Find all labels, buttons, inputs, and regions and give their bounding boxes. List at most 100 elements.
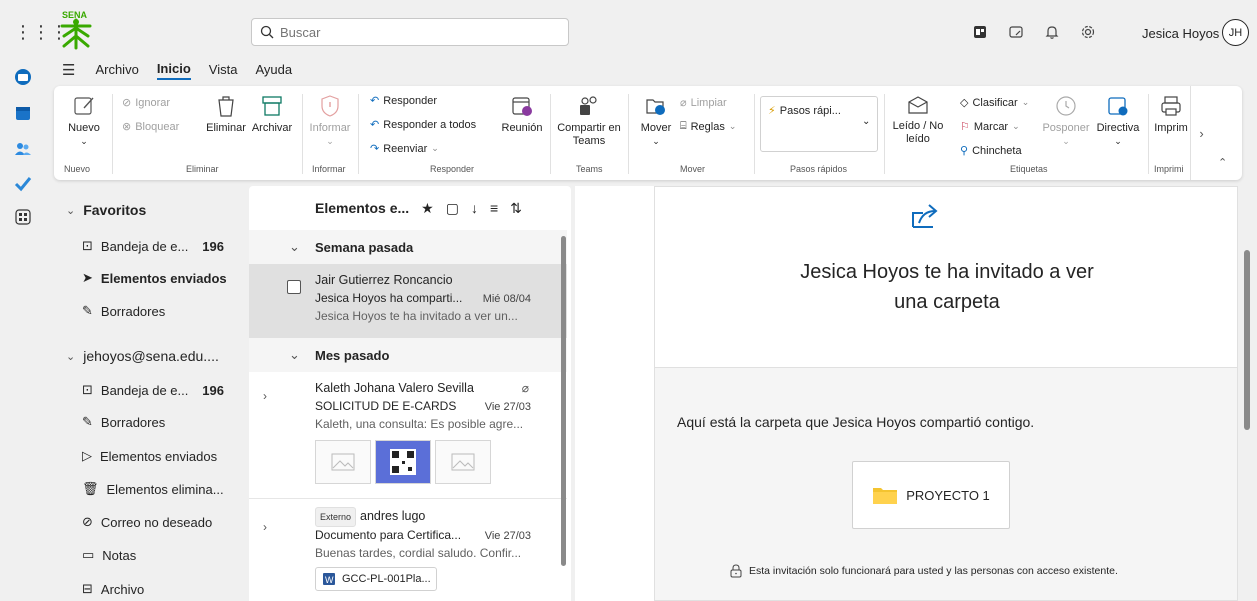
- group-label: Mes pasado: [315, 347, 390, 363]
- attachment-thumbnail[interactable]: [435, 440, 491, 484]
- sweep-button[interactable]: ⌀ Limpiar: [680, 96, 727, 110]
- categorize-button[interactable]: ◇ Clasificar ⌄: [960, 96, 1030, 110]
- chevron-down-icon[interactable]: ⌄: [1114, 135, 1122, 148]
- chevron-right-icon[interactable]: ›: [263, 519, 267, 535]
- filter-icon[interactable]: ≡: [490, 200, 498, 216]
- reply-icon: ↶: [370, 95, 380, 107]
- ignore-label: Ignorar: [135, 96, 171, 109]
- sweep-label: Limpiar: [690, 96, 727, 109]
- pin-button[interactable]: ⚲ Chincheta: [960, 144, 1022, 158]
- chevron-right-icon[interactable]: ›: [263, 388, 267, 404]
- delete-button[interactable]: Eliminar: [202, 94, 250, 135]
- chevron-down-icon[interactable]: ⌄: [326, 135, 334, 148]
- meeting-button[interactable]: Reunión: [498, 94, 546, 135]
- folder-archive[interactable]: ⊟ Archivo: [82, 578, 242, 600]
- reply-button[interactable]: ↶ Responder: [370, 94, 437, 108]
- folder-drafts-fav[interactable]: ✎ Borradores: [82, 300, 242, 322]
- folder-inbox-fav[interactable]: ⊡ Bandeja de e... 196: [82, 235, 242, 257]
- chevron-down-icon[interactable]: ⌄: [1062, 135, 1070, 148]
- tab-ayuda[interactable]: Ayuda: [255, 62, 292, 79]
- attachment-thumbnail[interactable]: [315, 440, 371, 484]
- forward-button[interactable]: ↷ Reenviar ⌄: [370, 142, 439, 156]
- chevron-down-icon[interactable]: ⌄: [729, 121, 737, 132]
- delete-label: Eliminar: [206, 122, 246, 134]
- attachment-chip[interactable]: W GCC-PL-001Pla...: [315, 567, 437, 591]
- star-icon[interactable]: ★: [421, 200, 434, 217]
- message-sender: Jair Gutierrez Roncancio: [315, 273, 453, 287]
- chevron-down-icon[interactable]: ⌄: [80, 135, 88, 148]
- message-item-2[interactable]: › Kaleth Johana Valero Sevilla ⌀ SOLICIT…: [249, 372, 567, 498]
- folder-drafts[interactable]: ✎ Borradores: [82, 411, 242, 433]
- whiteboard-icon[interactable]: [962, 18, 998, 46]
- printer-icon: [1161, 96, 1181, 116]
- policy-button[interactable]: Directiva ⌄: [1092, 94, 1144, 148]
- mail-app-icon[interactable]: [12, 66, 34, 88]
- message-item-1[interactable]: Jair Gutierrez Roncancio Jesica Hoyos ha…: [249, 264, 567, 338]
- folder-notes[interactable]: ▭ Notas: [82, 544, 242, 566]
- account-header[interactable]: ⌄ jehoyos@sena.edu....: [66, 348, 219, 364]
- quick-step-item[interactable]: ⚡ Pasos rápi...: [768, 104, 841, 118]
- report-button[interactable]: Informar ⌄: [308, 94, 352, 148]
- folder-deleted[interactable]: 🗑 Elementos elimina...: [82, 478, 242, 500]
- ignore-button[interactable]: ⊘ Ignorar: [122, 96, 171, 110]
- tab-inicio[interactable]: Inicio: [156, 61, 191, 80]
- ribbon-scroll-right[interactable]: ›: [1190, 86, 1212, 180]
- folder-sent[interactable]: ▷ Elementos enviados: [82, 445, 242, 467]
- gear-icon[interactable]: [1070, 18, 1106, 46]
- chevron-down-icon[interactable]: ⌄: [431, 143, 439, 154]
- shared-folder-button[interactable]: PROYECTO 1: [852, 461, 1010, 529]
- user-name[interactable]: Jesica Hoyos: [1142, 26, 1219, 41]
- people-app-icon[interactable]: [12, 138, 34, 160]
- print-button[interactable]: Imprim: [1150, 94, 1192, 135]
- folder-inbox[interactable]: ⊡ Bandeja de e... 196: [82, 379, 242, 401]
- avatar[interactable]: JH: [1222, 19, 1249, 46]
- group-header-last-week[interactable]: ⌄ Semana pasada: [249, 230, 567, 264]
- ribbon: Nuevo ⌄ Nuevo ⊘ Ignorar ⊗ Bloquear Elimina…: [54, 86, 1242, 180]
- sena-logo[interactable]: SENA: [56, 8, 96, 52]
- favorites-header[interactable]: ⌄ Favoritos: [66, 202, 146, 218]
- flag-button[interactable]: ⚐ Marcar ⌄: [960, 120, 1020, 134]
- group-header-last-month[interactable]: ⌄ Mes pasado: [249, 338, 567, 372]
- calendar-app-icon[interactable]: [12, 102, 34, 124]
- more-apps-icon[interactable]: [12, 206, 34, 228]
- flag-label: Marcar: [973, 120, 1009, 133]
- read-unread-button[interactable]: Leído / No leído: [890, 94, 946, 146]
- app-launcher-icon[interactable]: ⋮⋮⋮: [14, 22, 68, 42]
- bell-icon[interactable]: [1034, 18, 1070, 46]
- share-teams-button[interactable]: Compartir en Teams: [552, 94, 626, 148]
- quick-steps-expand[interactable]: ⌄: [862, 116, 870, 127]
- select-icon[interactable]: ▢: [446, 200, 459, 217]
- collapse-ribbon-button[interactable]: ⌃: [1218, 156, 1227, 169]
- folder-sent-fav[interactable]: ➤ Elementos enviados: [82, 267, 242, 289]
- rules-button[interactable]: ⌸ Reglas ⌄: [680, 120, 736, 133]
- invite-note: Esta invitación solo funcionará para ust…: [729, 564, 1118, 578]
- reply-all-button[interactable]: ↶ Responder a todos: [370, 118, 476, 132]
- tab-archivo[interactable]: Archivo: [95, 62, 138, 79]
- new-mail-button[interactable]: Nuevo ⌄: [62, 94, 106, 148]
- folder-junk[interactable]: ⊘ Correo no deseado: [82, 511, 242, 533]
- tab-vista[interactable]: Vista: [209, 62, 238, 79]
- search-input[interactable]: [280, 24, 550, 40]
- sort-icon[interactable]: ⇅: [510, 200, 522, 217]
- chevron-down-icon[interactable]: ⌄: [1012, 121, 1020, 132]
- todo-app-icon[interactable]: [12, 172, 34, 194]
- chevron-down-icon[interactable]: ⌄: [1022, 97, 1030, 108]
- snooze-button[interactable]: Posponer ⌄: [1040, 94, 1092, 148]
- message-item-3[interactable]: › Externo andres lugo Documento para Cert…: [249, 499, 567, 601]
- sort-down-icon[interactable]: ↓: [471, 200, 478, 216]
- attachment-thumbnail-qr[interactable]: [375, 440, 431, 484]
- message-preview: Jesica Hoyos te ha invitado a ver un...: [315, 309, 518, 323]
- archive-button[interactable]: Archivar: [250, 94, 294, 135]
- move-button[interactable]: Mover ⌄: [634, 94, 678, 148]
- message-list-scrollbar[interactable]: [561, 236, 566, 566]
- message-checkbox[interactable]: [287, 280, 301, 294]
- hamburger-icon[interactable]: ☰: [62, 61, 75, 79]
- reading-pane-scrollbar[interactable]: [1244, 250, 1250, 430]
- group-label-nuevo: Nuevo: [64, 164, 91, 174]
- block-button[interactable]: ⊗ Bloquear: [122, 120, 179, 134]
- chevron-down-icon[interactable]: ⌄: [652, 135, 660, 148]
- search-box[interactable]: [251, 18, 569, 46]
- snooze-label: Posponer: [1042, 122, 1090, 134]
- feedback-icon[interactable]: [998, 18, 1034, 46]
- external-badge: Externo: [315, 507, 357, 527]
